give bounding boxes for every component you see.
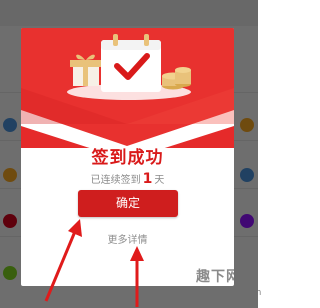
dialog-title: 签到成功 [91,148,164,168]
watermark: 趣下网 www.q2d.com [196,266,261,306]
annotation-arrow-icon [130,246,144,307]
streak-days: 1 [142,171,153,187]
confirm-button[interactable]: 确定 [78,190,178,217]
streak-suffix: 天 [154,175,165,186]
watermark-url: www.q2d.com [198,288,262,298]
watermark-brand: 趣下网 [196,269,241,285]
annotation-arrow-icon [44,219,82,302]
calendar-check-icon [101,34,161,92]
streak-text: 已连续签到 1 天 [21,172,234,188]
streak-prefix: 已连续签到 [90,175,141,186]
